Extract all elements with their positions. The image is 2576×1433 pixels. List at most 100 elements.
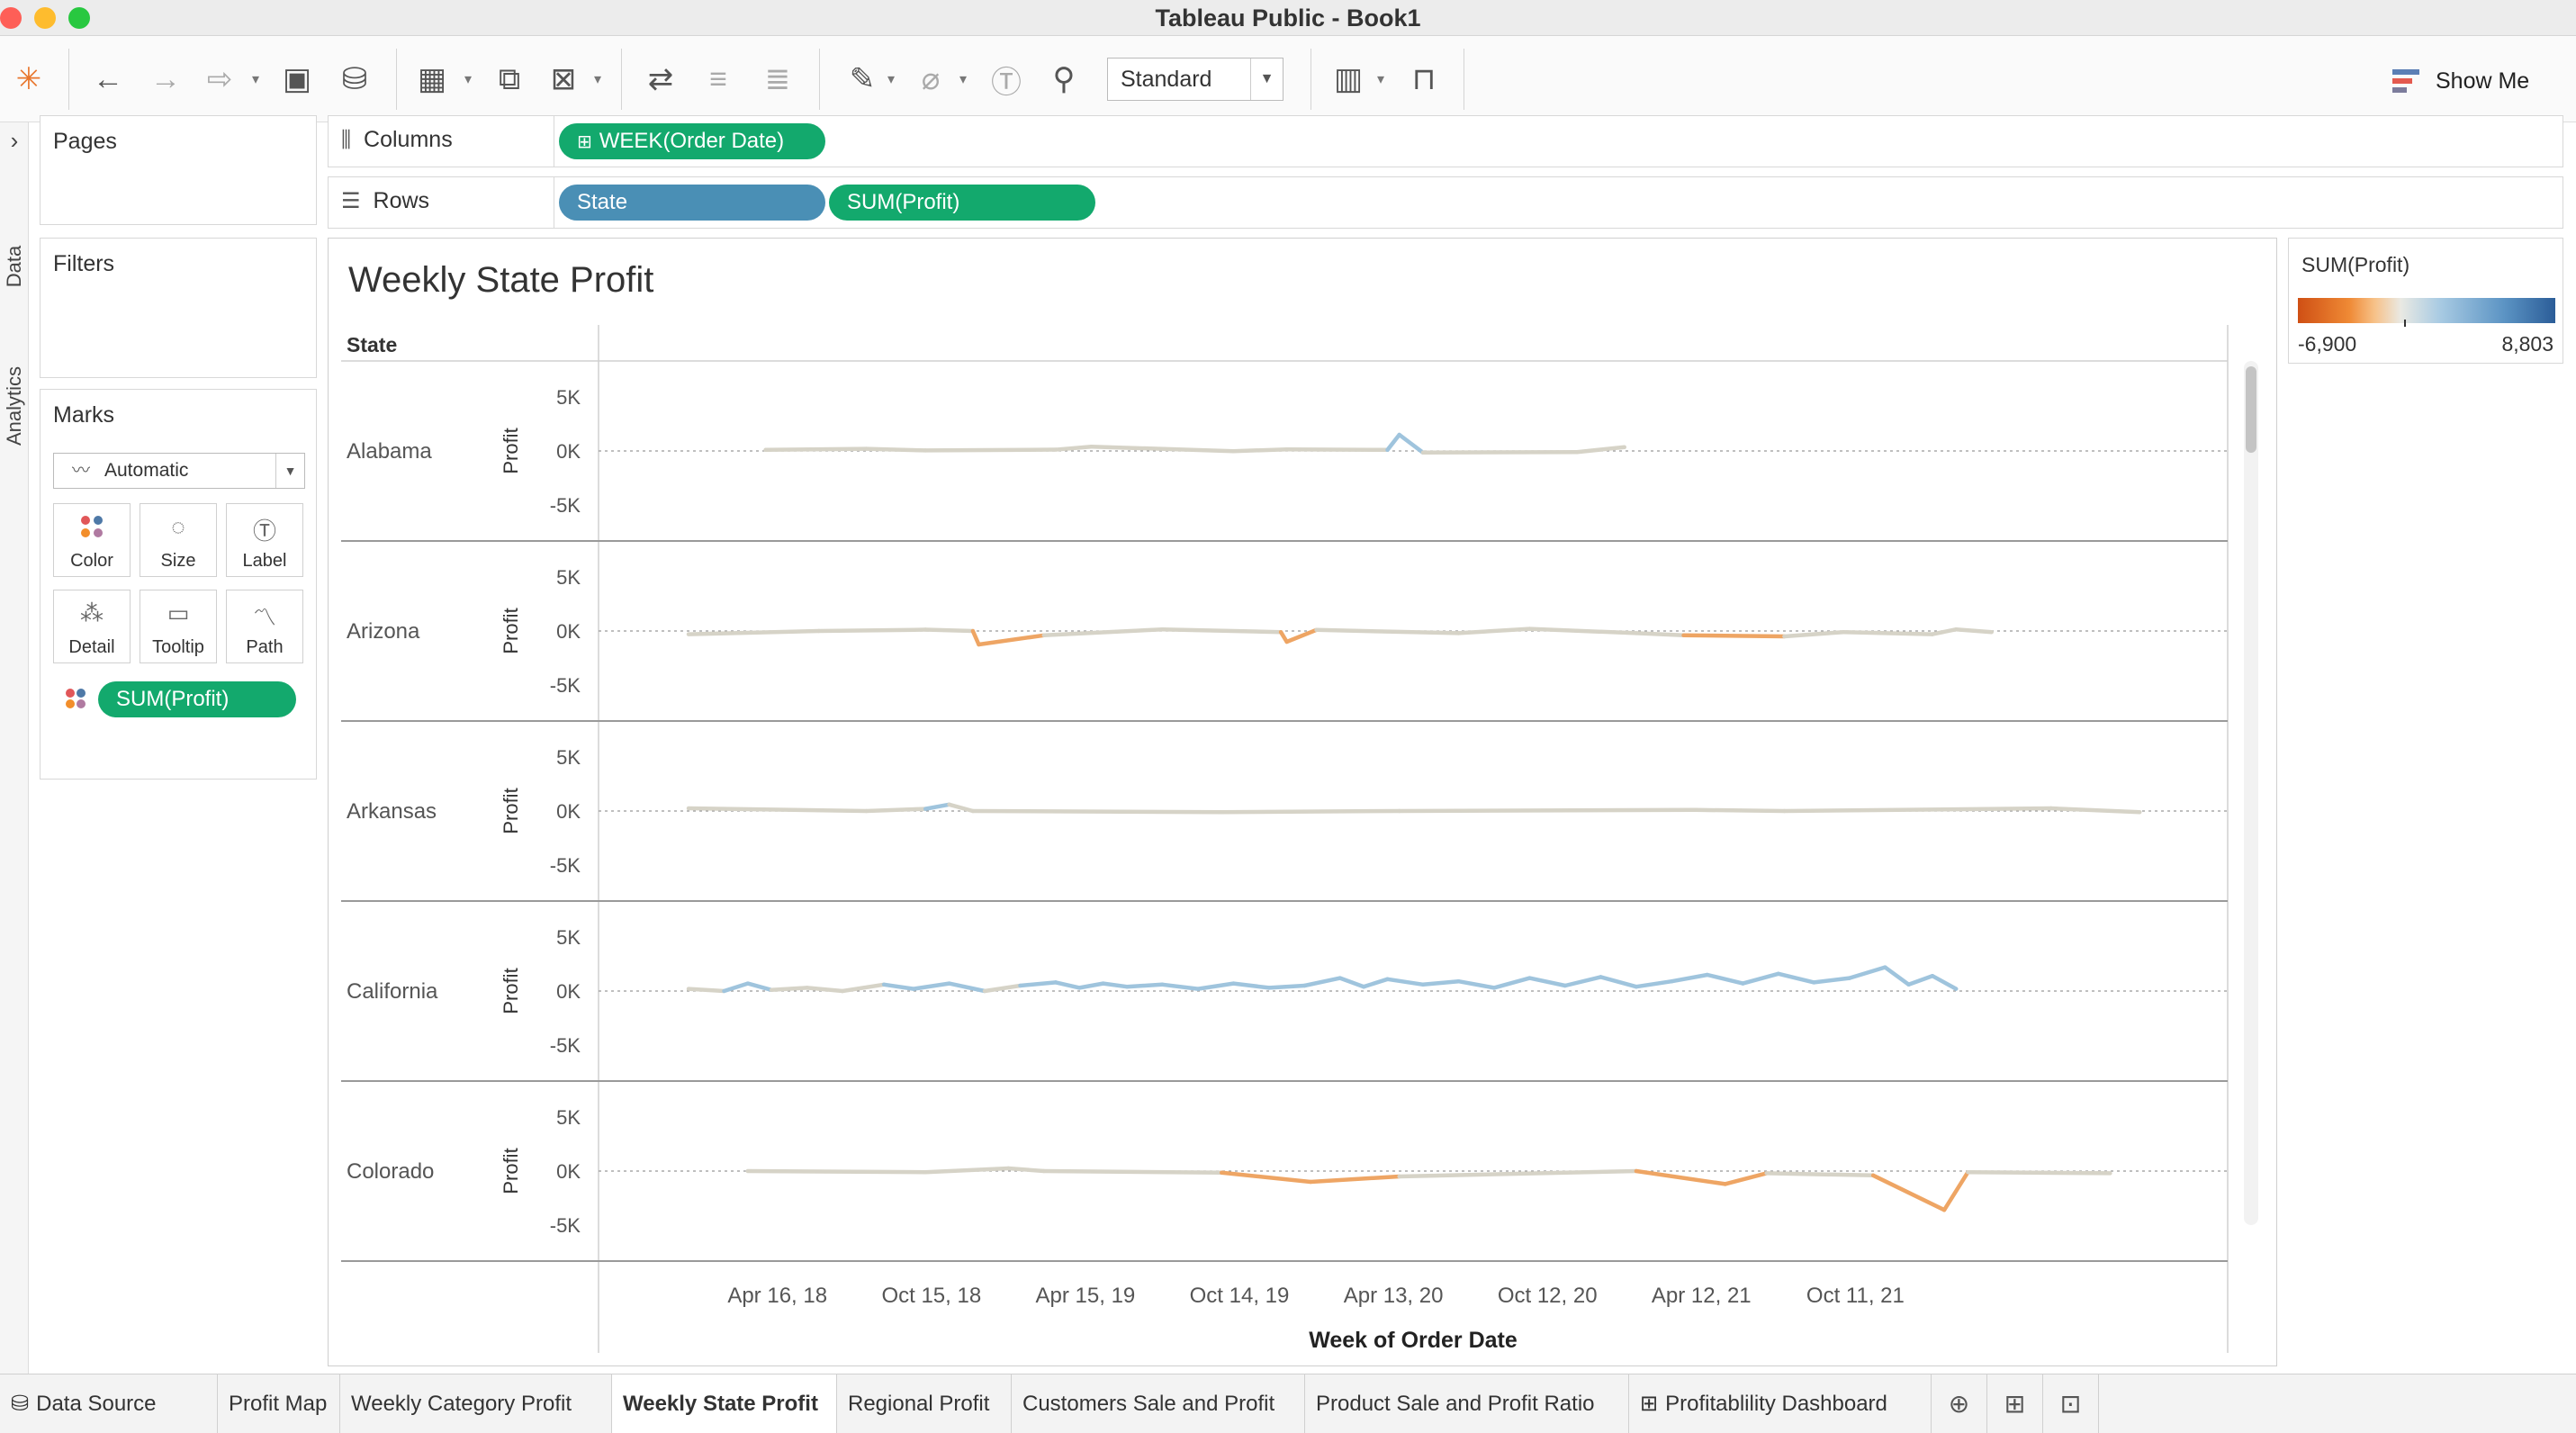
profit-line-segment[interactable]: [1266, 983, 1307, 990]
profit-line-segment[interactable]: [1397, 1168, 1639, 1179]
profit-line-segment[interactable]: [1782, 806, 2053, 814]
profit-line-segment[interactable]: [1053, 980, 1082, 990]
profit-line-segment[interactable]: [1841, 629, 1935, 636]
profit-line-segment[interactable]: [1705, 972, 1745, 986]
show-cards-icon[interactable]: ▥: [1329, 58, 1368, 101]
profit-line-segment[interactable]: [1954, 626, 1994, 635]
profit-line-segment[interactable]: [1930, 973, 1959, 991]
analytics-tab[interactable]: Analytics: [0, 320, 29, 491]
profit-line-segment[interactable]: [982, 983, 1022, 994]
profit-line-segment[interactable]: [1397, 432, 1426, 455]
profit-line-segment[interactable]: [816, 627, 928, 634]
profit-line-segment[interactable]: [1006, 1166, 1047, 1174]
profit-line-segment[interactable]: [1670, 972, 1710, 984]
profit-line-segment[interactable]: [1966, 1169, 2112, 1176]
profit-line-segment[interactable]: [1764, 1171, 1876, 1178]
profit-line-segment[interactable]: [1634, 631, 1686, 638]
profit-line-segment[interactable]: [763, 446, 869, 453]
profit-line-segment[interactable]: [1314, 627, 1461, 635]
profit-line-segment[interactable]: [1491, 976, 1532, 990]
profit-line-segment[interactable]: [1812, 976, 1852, 985]
profit-line-segment[interactable]: [864, 446, 928, 453]
new-story-tab-icon[interactable]: ⊡: [2043, 1374, 2099, 1433]
highlight-icon[interactable]: ✎: [842, 58, 882, 101]
profit-line-segment[interactable]: [1397, 807, 1698, 814]
profit-line-segment[interactable]: [1847, 965, 1887, 980]
new-dashboard-tab-icon[interactable]: ⊞: [1987, 1374, 2043, 1433]
profit-line-segment[interactable]: [1231, 446, 1289, 454]
profit-line-segment[interactable]: [1782, 629, 1846, 639]
rows-profit-pill[interactable]: SUM(Profit): [829, 185, 1095, 221]
profit-line-segment[interactable]: [1308, 1174, 1401, 1185]
tooltip-button[interactable]: ▭ Tooltip: [140, 590, 217, 663]
tab-product-sale-and-profit-ratio[interactable]: Product Sale and Profit Ratio: [1305, 1374, 1629, 1433]
profit-line-segment[interactable]: [1599, 975, 1639, 989]
profit-line-segment[interactable]: [1906, 973, 1935, 987]
profit-line-segment[interactable]: [1361, 977, 1390, 989]
profit-line-segment[interactable]: [1077, 981, 1105, 990]
color-legend[interactable]: SUM(Profit) -6,900 8,803: [2288, 238, 2563, 364]
profit-line-segment[interactable]: [1089, 444, 1236, 454]
profit-line-segment[interactable]: [722, 981, 751, 994]
tab-profitability-dashboard[interactable]: ⊞ Profitablility Dashboard: [1629, 1374, 1932, 1433]
profit-line-segment[interactable]: [923, 802, 951, 811]
profit-line-segment[interactable]: [970, 628, 981, 647]
profit-line-segment[interactable]: [1681, 633, 1787, 639]
save-icon[interactable]: ▣: [277, 58, 317, 101]
profit-line-segment[interactable]: [1527, 976, 1568, 988]
path-button[interactable]: 〽 Path: [226, 590, 303, 663]
profit-line-segment[interactable]: [947, 981, 987, 994]
profit-line-segment[interactable]: [2049, 806, 2142, 815]
profit-line-segment[interactable]: [745, 1168, 928, 1175]
profit-line-segment[interactable]: [1231, 981, 1272, 990]
profit-line-segment[interactable]: [769, 986, 809, 993]
profit-line-segment[interactable]: [1284, 627, 1319, 644]
profit-line-segment[interactable]: [1883, 965, 1911, 987]
size-button[interactable]: ◌ Size: [140, 503, 217, 577]
profit-line-segment[interactable]: [1041, 1168, 1224, 1176]
profit-line-segment[interactable]: [1302, 976, 1343, 988]
profit-line-segment[interactable]: [1563, 975, 1603, 988]
columns-week-pill[interactable]: ⊞ WEEK(Order Date): [559, 123, 825, 159]
fix-axes-icon[interactable]: ⚲: [1044, 58, 1084, 101]
replay-icon[interactable]: ⇨: [200, 58, 239, 101]
marks-profit-pill[interactable]: SUM(Profit): [98, 681, 296, 717]
swap-rows-columns-icon[interactable]: ⇄: [641, 58, 680, 101]
profit-line-segment[interactable]: [1634, 978, 1674, 989]
profit-line-segment[interactable]: [923, 627, 976, 634]
new-data-source-icon[interactable]: ⛁: [335, 58, 374, 101]
show-me-button[interactable]: Show Me: [2392, 63, 2529, 99]
profit-line-segment[interactable]: [840, 982, 887, 994]
profit-line-segment[interactable]: [1053, 444, 1094, 452]
profit-line-segment[interactable]: [881, 982, 916, 991]
profit-line-segment[interactable]: [1385, 977, 1426, 987]
profit-line-segment[interactable]: [1574, 445, 1626, 455]
profit-line-segment[interactable]: [864, 807, 928, 814]
tab-weekly-state-profit[interactable]: Weekly State Profit: [612, 1374, 837, 1433]
profit-line-segment[interactable]: [1527, 626, 1639, 635]
profit-line-segment[interactable]: [911, 981, 951, 991]
profit-line-segment[interactable]: [1741, 971, 1781, 986]
profit-line-segment[interactable]: [1634, 1168, 1727, 1186]
tab-profit-map[interactable]: Profit Map: [218, 1374, 340, 1433]
profit-line-segment[interactable]: [947, 802, 976, 814]
undo-icon[interactable]: ←: [88, 58, 128, 101]
color-button[interactable]: Color: [53, 503, 131, 577]
profit-line-segment[interactable]: [1420, 978, 1461, 987]
profit-line-segment[interactable]: [1220, 1170, 1313, 1185]
tableau-logo-icon[interactable]: ✳: [9, 58, 49, 101]
profit-line-segment[interactable]: [1456, 978, 1497, 990]
group-members-icon[interactable]: ⌀: [911, 58, 950, 101]
sort-ascending-icon[interactable]: ≡: [698, 58, 738, 101]
profit-line-segment[interactable]: [686, 806, 869, 814]
label-button[interactable]: Ⓣ Label: [226, 503, 303, 577]
profit-chart[interactable]: State Alabama Profit 5K 0K -5K Arizona Profit 5K…: [329, 239, 2278, 1367]
tab-weekly-category-profit[interactable]: Weekly Category Profit: [340, 1374, 612, 1433]
profit-line-segment[interactable]: [1041, 626, 1165, 638]
profit-line-segment[interactable]: [1776, 971, 1816, 985]
profit-line-segment[interactable]: [1941, 1169, 1970, 1212]
profit-line-segment[interactable]: [970, 808, 1224, 815]
scrollbar-thumb[interactable]: [2246, 366, 2256, 453]
new-worksheet-tab-icon[interactable]: ⊕: [1932, 1374, 1987, 1433]
duplicate-sheet-icon[interactable]: ⧉: [490, 58, 529, 101]
